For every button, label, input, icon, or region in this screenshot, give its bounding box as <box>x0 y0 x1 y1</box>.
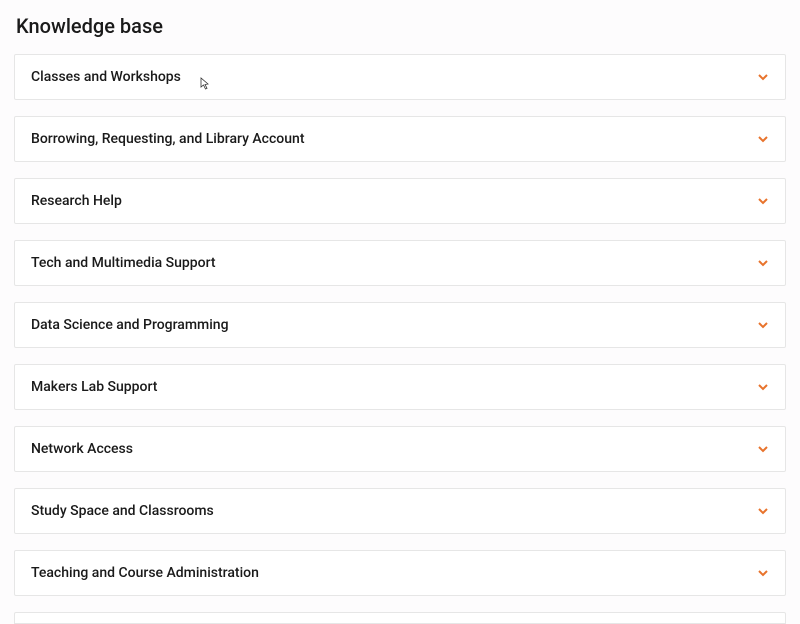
accordion-item-borrowing[interactable]: Borrowing, Requesting, and Library Accou… <box>14 116 786 162</box>
accordion-label: Research Help <box>31 193 122 209</box>
page-title: Knowledge base <box>16 14 786 38</box>
chevron-down-icon <box>757 443 769 455</box>
accordion-label: Tech and Multimedia Support <box>31 255 216 271</box>
knowledge-base-accordion: Classes and Workshops Borrowing, Request… <box>14 54 786 624</box>
chevron-down-icon <box>757 257 769 269</box>
accordion-item-data-science[interactable]: Data Science and Programming <box>14 302 786 348</box>
accordion-item-teaching[interactable]: Teaching and Course Administration <box>14 550 786 596</box>
accordion-label: Study Space and Classrooms <box>31 503 214 519</box>
accordion-item-study-space[interactable]: Study Space and Classrooms <box>14 488 786 534</box>
chevron-down-icon <box>757 319 769 331</box>
accordion-item-partial[interactable] <box>14 612 786 624</box>
accordion-label: Makers Lab Support <box>31 379 157 395</box>
accordion-label: Classes and Workshops <box>31 69 181 85</box>
accordion-label: Borrowing, Requesting, and Library Accou… <box>31 131 304 147</box>
accordion-item-classes-workshops[interactable]: Classes and Workshops <box>14 54 786 100</box>
chevron-down-icon <box>757 505 769 517</box>
accordion-label: Teaching and Course Administration <box>31 565 259 581</box>
chevron-down-icon <box>757 195 769 207</box>
chevron-down-icon <box>757 71 769 83</box>
accordion-label: Network Access <box>31 441 133 457</box>
accordion-item-network-access[interactable]: Network Access <box>14 426 786 472</box>
accordion-item-makers-lab[interactable]: Makers Lab Support <box>14 364 786 410</box>
accordion-item-tech-multimedia[interactable]: Tech and Multimedia Support <box>14 240 786 286</box>
accordion-label: Data Science and Programming <box>31 317 229 333</box>
chevron-down-icon <box>757 133 769 145</box>
chevron-down-icon <box>757 567 769 579</box>
chevron-down-icon <box>757 381 769 393</box>
accordion-item-research-help[interactable]: Research Help <box>14 178 786 224</box>
